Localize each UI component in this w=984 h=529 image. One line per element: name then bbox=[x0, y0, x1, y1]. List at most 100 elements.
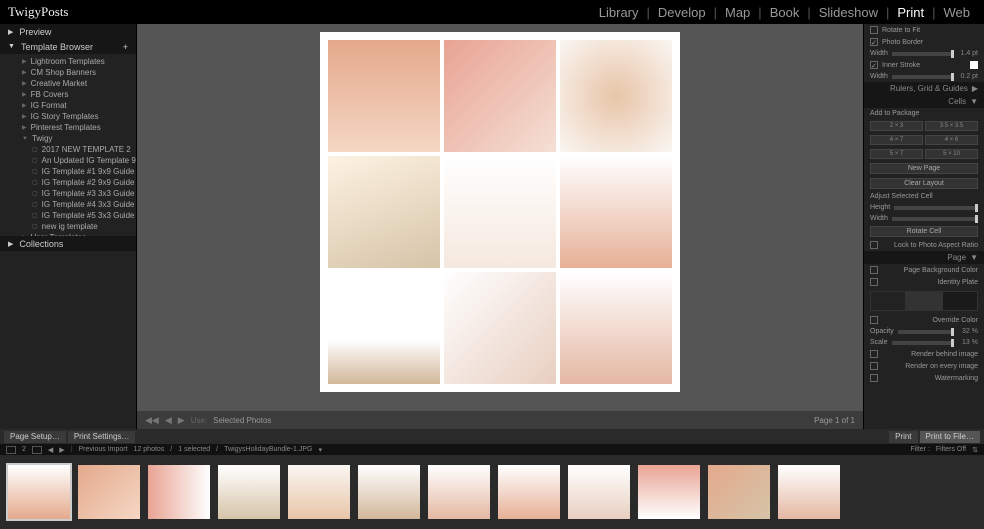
stroke-width-slider[interactable] bbox=[892, 75, 954, 79]
tree-ig-template-3[interactable]: ▢IG Template #3 3x3 Guide bbox=[0, 188, 136, 199]
page-section-header[interactable]: Page▼ bbox=[864, 251, 984, 264]
border-width-value[interactable]: 1.4 pt bbox=[958, 50, 978, 57]
thumbnail[interactable] bbox=[358, 465, 420, 519]
checkbox-icon[interactable] bbox=[870, 350, 878, 358]
thumbnail[interactable] bbox=[498, 465, 560, 519]
size-button[interactable]: 5 × 10 bbox=[925, 149, 978, 159]
print-button[interactable]: Print bbox=[889, 431, 917, 443]
thumbnail[interactable] bbox=[708, 465, 770, 519]
checkbox-icon[interactable] bbox=[870, 241, 878, 249]
stroke-color-swatch[interactable] bbox=[970, 61, 978, 69]
size-button[interactable]: 4 × 7 bbox=[870, 135, 923, 145]
opacity-slider[interactable] bbox=[898, 330, 954, 334]
source-label[interactable]: Previous Import bbox=[79, 446, 128, 453]
layout-cell[interactable] bbox=[560, 40, 672, 152]
width-slider[interactable] bbox=[892, 217, 978, 221]
checkbox-icon[interactable] bbox=[870, 278, 878, 286]
page-setup-button[interactable]: Page Setup… bbox=[4, 431, 66, 443]
page-bg-row[interactable]: Page Background Color bbox=[864, 264, 984, 276]
tab-book[interactable]: Book bbox=[764, 5, 806, 20]
layout-cell[interactable] bbox=[444, 40, 556, 152]
tab-slideshow[interactable]: Slideshow bbox=[813, 5, 884, 20]
tree-updated-template[interactable]: ▢An Updated IG Template 9… bbox=[0, 155, 136, 166]
tree-ig-template-4[interactable]: ▢IG Template #4 3x3 Guide bbox=[0, 199, 136, 210]
rulers-header[interactable]: Rulers, Grid & Guides▶ bbox=[864, 82, 984, 95]
thumbnail[interactable] bbox=[288, 465, 350, 519]
scale-slider[interactable] bbox=[892, 341, 954, 345]
tab-library[interactable]: Library bbox=[593, 5, 645, 20]
tree-ig-story[interactable]: ▶IG Story Templates bbox=[0, 111, 136, 122]
tab-print[interactable]: Print bbox=[891, 5, 930, 20]
add-template-icon[interactable]: + bbox=[123, 42, 128, 52]
first-page-icon[interactable]: ◀◀ bbox=[145, 415, 159, 426]
print-settings-button[interactable]: Print Settings… bbox=[68, 431, 136, 443]
layout-cell[interactable] bbox=[560, 272, 672, 384]
checkbox-icon[interactable] bbox=[870, 374, 878, 382]
secondary-display-icon[interactable]: 2 bbox=[22, 446, 26, 453]
canvas-area[interactable] bbox=[137, 24, 863, 411]
new-page-button[interactable]: New Page bbox=[870, 163, 978, 174]
view-mode-icon[interactable] bbox=[6, 446, 16, 454]
override-color-row[interactable]: Override Color bbox=[864, 314, 984, 326]
cells-header[interactable]: Cells▼ bbox=[864, 95, 984, 108]
thumbnail[interactable] bbox=[148, 465, 210, 519]
checkbox-icon[interactable] bbox=[870, 362, 878, 370]
checkbox-icon[interactable] bbox=[870, 266, 878, 274]
tree-ig-template-5[interactable]: ▢IG Template #5 3x3 Guide bbox=[0, 210, 136, 221]
tree-pinterest[interactable]: ▶Pinterest Templates bbox=[0, 122, 136, 133]
tree-ig-template-1[interactable]: ▢IG Template #1 9x9 Guide bbox=[0, 166, 136, 177]
tree-cm-shop[interactable]: ▶CM Shop Banners bbox=[0, 67, 136, 78]
filter-lock-icon[interactable]: ⇅ bbox=[972, 446, 978, 454]
checkbox-icon[interactable]: ✓ bbox=[870, 61, 878, 69]
grid-view-icon[interactable] bbox=[32, 446, 42, 454]
opacity-value[interactable]: 32 % bbox=[958, 328, 978, 335]
size-button[interactable]: 3.5 × 3.5 bbox=[925, 121, 978, 131]
layout-cell[interactable] bbox=[328, 272, 440, 384]
checkbox-icon[interactable]: ✓ bbox=[870, 38, 878, 46]
size-button[interactable]: 4 × 6 bbox=[925, 135, 978, 145]
inner-stroke-row[interactable]: ✓Inner Stroke bbox=[864, 59, 984, 71]
layout-cell[interactable] bbox=[560, 156, 672, 268]
height-slider[interactable] bbox=[894, 206, 978, 210]
identity-plate-preview[interactable] bbox=[870, 291, 978, 311]
back-icon[interactable]: ◀ bbox=[48, 446, 53, 454]
thumbnail[interactable] bbox=[8, 465, 70, 519]
thumbnail[interactable] bbox=[218, 465, 280, 519]
use-value[interactable]: Selected Photos bbox=[213, 416, 271, 425]
stroke-width-value[interactable]: 0.2 pt bbox=[958, 73, 978, 80]
collections-header[interactable]: ▶ Collections bbox=[0, 236, 136, 251]
lock-ratio-row[interactable]: Lock to Photo Aspect Ratio bbox=[864, 239, 984, 251]
prev-page-icon[interactable]: ◀ bbox=[165, 415, 172, 426]
render-behind-row[interactable]: Render behind image bbox=[864, 348, 984, 360]
layout-cell[interactable] bbox=[444, 272, 556, 384]
checkbox-icon[interactable] bbox=[870, 316, 878, 324]
tab-map[interactable]: Map bbox=[719, 5, 756, 20]
thumbnail[interactable] bbox=[638, 465, 700, 519]
identity-plate-row[interactable]: Identity Plate bbox=[864, 276, 984, 288]
photo-border-row[interactable]: ✓Photo Border bbox=[864, 36, 984, 48]
print-to-file-button[interactable]: Print to File… bbox=[920, 431, 980, 443]
tree-2017-template[interactable]: ▢2017 NEW TEMPLATE 2 bbox=[0, 144, 136, 155]
rotate-cell-button[interactable]: Rotate Cell bbox=[870, 226, 978, 237]
filmstrip[interactable] bbox=[0, 455, 984, 529]
layout-cell[interactable] bbox=[444, 156, 556, 268]
thumbnail[interactable] bbox=[78, 465, 140, 519]
checkbox-icon[interactable] bbox=[870, 26, 878, 34]
template-browser-header[interactable]: ▼ Template Browser + bbox=[0, 39, 136, 54]
size-button[interactable]: 5 × 7 bbox=[870, 149, 923, 159]
layout-cell[interactable] bbox=[328, 156, 440, 268]
border-width-slider[interactable] bbox=[892, 52, 954, 56]
tree-lightroom-templates[interactable]: ▶Lightroom Templates bbox=[0, 56, 136, 67]
tree-creative-market[interactable]: ▶Creative Market bbox=[0, 78, 136, 89]
tab-web[interactable]: Web bbox=[938, 5, 977, 20]
size-button[interactable]: 2 × 3 bbox=[870, 121, 923, 131]
tree-new-ig-template[interactable]: ▢new ig template bbox=[0, 221, 136, 232]
preview-panel-header[interactable]: ▶ Preview bbox=[0, 24, 136, 39]
thumbnail[interactable] bbox=[778, 465, 840, 519]
forward-icon[interactable]: ▶ bbox=[59, 446, 64, 454]
tree-ig-format[interactable]: ▶IG Format bbox=[0, 100, 136, 111]
watermarking-row[interactable]: Watermarking bbox=[864, 372, 984, 384]
dropdown-icon[interactable]: ▾ bbox=[318, 446, 322, 454]
layout-cell[interactable] bbox=[328, 40, 440, 152]
scale-value[interactable]: 13 % bbox=[958, 339, 978, 346]
